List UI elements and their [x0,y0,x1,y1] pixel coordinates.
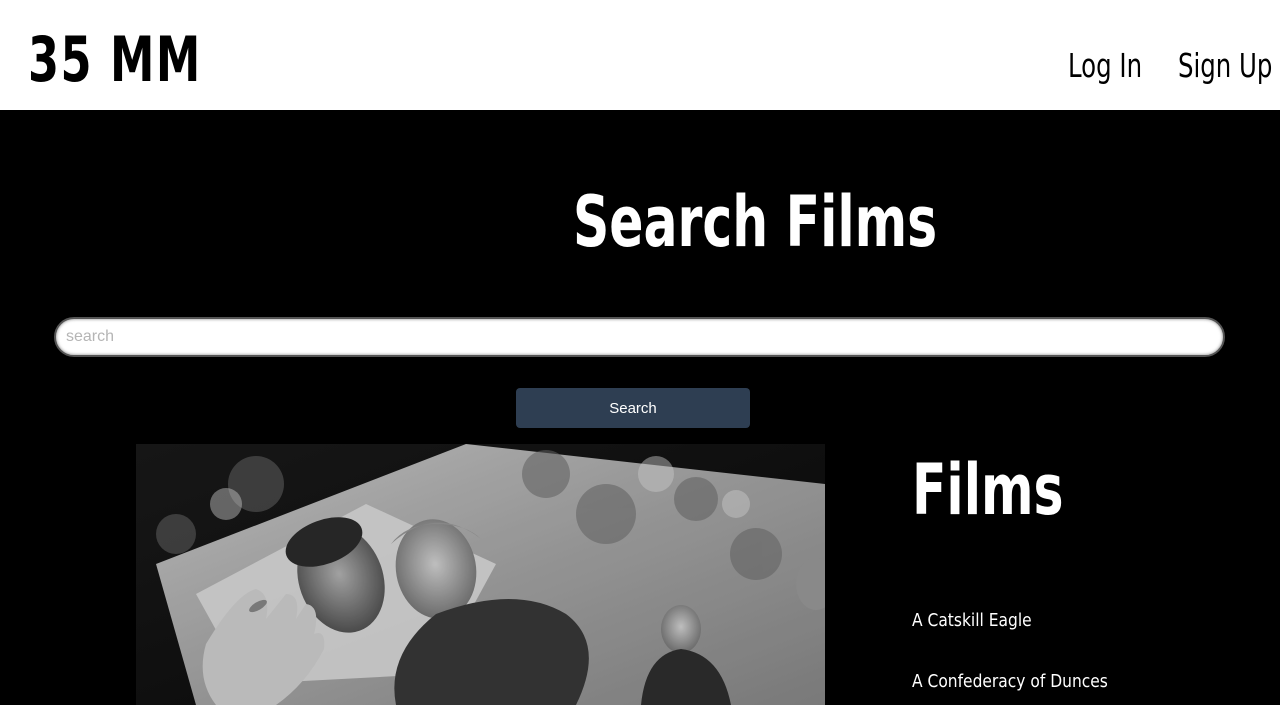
site-header: 35 MM Log In Sign Up [0,0,1280,110]
film-list-item[interactable]: A Catskill Eagle [912,609,1032,633]
search-input[interactable] [54,317,1225,357]
signup-link[interactable]: Sign Up [1178,44,1272,88]
search-section: Search Films Search [0,110,1280,705]
page-title: Search Films [573,181,938,263]
login-link[interactable]: Log In [1068,44,1142,88]
search-button[interactable]: Search [516,388,750,428]
page: 35 MM Log In Sign Up Search Films Search [0,0,1280,705]
featured-film-image [136,444,825,705]
film-list-item[interactable]: A Confederacy of Dunces [912,670,1108,694]
films-heading: Films [912,449,1064,531]
site-logo[interactable]: 35 MM [28,22,202,98]
